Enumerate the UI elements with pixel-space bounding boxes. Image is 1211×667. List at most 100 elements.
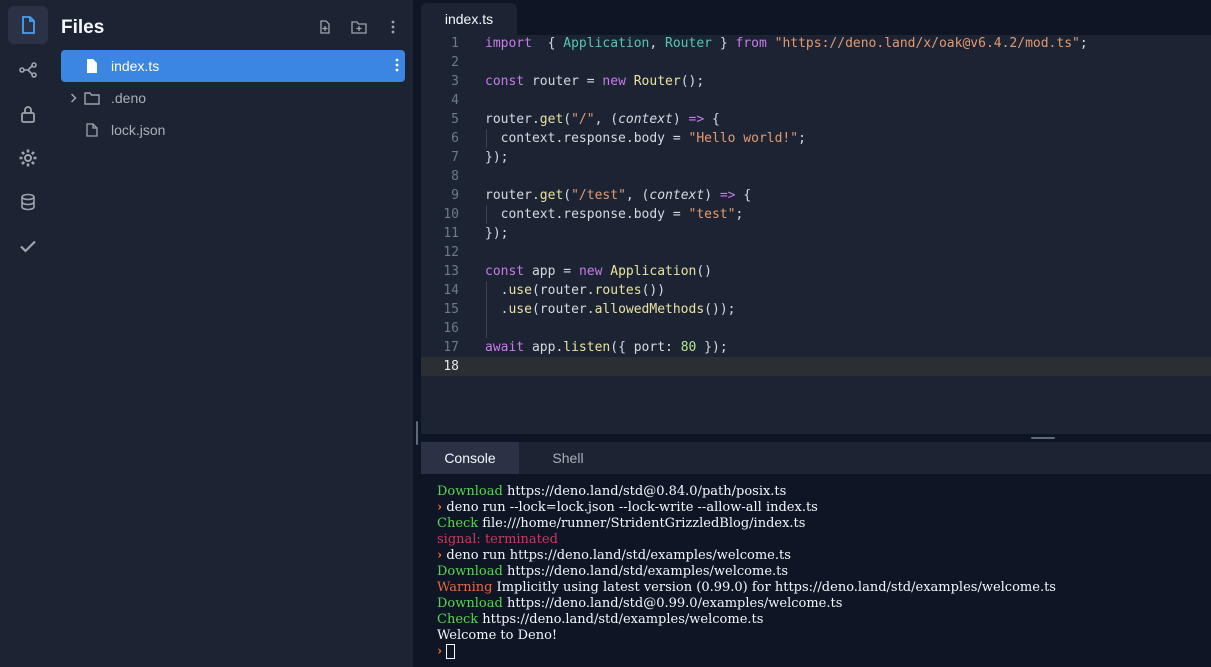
code-line[interactable]: 5 router.get("/", (context) => {	[421, 110, 1211, 129]
files-pane: Files index.ts .deno lock.json	[55, 0, 413, 667]
add-file-icon	[320, 20, 330, 34]
version-control-rail-button[interactable]	[8, 51, 48, 89]
code-token: (router.	[531, 283, 595, 298]
console-line: Download https://deno.land/std@0.99.0/ex…	[421, 596, 1211, 612]
code-token: ;	[1079, 36, 1088, 51]
file-icon	[83, 57, 101, 75]
pane-resize-handle[interactable]	[416, 421, 418, 445]
code-line[interactable]: 10 context.response.body = "test";	[421, 205, 1211, 224]
code-token: listen	[563, 340, 611, 355]
code-token: await	[485, 340, 525, 355]
code-token: }	[712, 36, 736, 51]
code-line[interactable]: 7});	[421, 148, 1211, 167]
console-prompt-line[interactable]: ›	[421, 644, 1211, 660]
prompt-icon: ›	[437, 644, 443, 659]
code-line[interactable]: 2	[421, 53, 1211, 72]
more-vertical-icon	[395, 58, 399, 72]
code-token: .	[485, 302, 509, 317]
line-number: 1	[451, 36, 459, 51]
database-icon	[21, 193, 35, 211]
console-tabbar: Console Shell	[421, 442, 1211, 474]
files-actions	[315, 17, 403, 37]
new-folder-button[interactable]	[349, 17, 369, 37]
code-line[interactable]: 9 router.get("/test", (context) => {	[421, 186, 1211, 205]
gear-icon	[19, 149, 37, 167]
code-token: router.	[485, 188, 540, 203]
code-line[interactable]: 3 const router = new Router();	[421, 72, 1211, 91]
editor-console-resize-handle[interactable]	[1031, 437, 1055, 439]
console-token: Download	[437, 596, 503, 611]
code-token: Application	[610, 264, 697, 279]
line-number: 12	[443, 245, 459, 260]
code-line[interactable]: 18	[421, 357, 1211, 376]
code-line[interactable]: 4	[421, 91, 1211, 110]
code-token: ,	[649, 36, 666, 51]
code-token: context.response.body =	[485, 207, 689, 222]
code-token: ();	[680, 74, 705, 89]
lock-icon	[21, 106, 35, 123]
console-token: https://deno.land/std@0.99.0/examples/we…	[502, 596, 843, 611]
code-area[interactable]: 1 import { Application, Router } from "ht…	[421, 34, 1211, 376]
code-token: context	[618, 112, 673, 127]
indent-guide	[486, 319, 487, 338]
code-line[interactable]: 14 .use(router.routes())	[421, 281, 1211, 300]
secrets-rail-button[interactable]	[8, 95, 48, 133]
code-line[interactable]: 1 import { Application, Router } from "ht…	[421, 34, 1211, 53]
code-token: app =	[524, 264, 579, 279]
console-line: Check https://deno.land/std/examples/wel…	[421, 612, 1211, 628]
code-token: use	[508, 283, 532, 298]
code-token: ())	[641, 283, 666, 298]
code-line[interactable]: 17 await app.listen({ port: 80 });	[421, 338, 1211, 357]
tab-console[interactable]: Console	[421, 442, 519, 474]
file-item-menu-button[interactable]	[395, 58, 399, 75]
code-text: router.get("/test", (context) => {	[485, 186, 751, 205]
code-token: app.	[524, 340, 564, 355]
console-line: signal: terminated	[421, 532, 1211, 548]
code-token: Router	[665, 36, 712, 51]
code-token: (	[563, 188, 572, 203]
file-item-label: index.ts	[111, 58, 160, 74]
line-number: 7	[451, 150, 459, 165]
terminal-cursor[interactable]	[446, 644, 456, 659]
file-item-lock-json[interactable]: lock.json	[61, 114, 405, 146]
code-token: {	[704, 112, 720, 127]
files-menu-button[interactable]	[383, 17, 403, 37]
console-token: https://deno.land/std@0.84.0/path/posix.…	[502, 484, 787, 499]
code-token: Router	[633, 74, 681, 89]
code-text: .use(router.routes())	[485, 281, 665, 300]
files-rail-button[interactable]	[8, 6, 48, 44]
code-text: import { Application, Router } from "htt…	[485, 34, 1088, 53]
code-text: const app = new Application()	[485, 262, 712, 281]
folder-item-deno[interactable]: .deno	[61, 82, 405, 114]
code-line[interactable]: 13 const app = new Application()	[421, 262, 1211, 281]
code-token: , (	[594, 112, 619, 127]
editor-console-divider[interactable]	[421, 434, 1211, 442]
chevron-right-icon[interactable]	[65, 93, 81, 103]
console-output[interactable]: Download https://deno.land/std@0.84.0/pa…	[421, 474, 1211, 667]
code-line[interactable]: 6 context.response.body = "Hello world!"…	[421, 129, 1211, 148]
code-token: ({ port:	[610, 340, 681, 355]
code-line[interactable]: 8	[421, 167, 1211, 186]
tab-index-ts[interactable]: index.ts	[421, 3, 517, 35]
line-number: 13	[443, 264, 459, 279]
console-token: https://deno.land/std/examples/welcome.t…	[478, 612, 764, 627]
code-line[interactable]: 15 .use(router.allowedMethods());	[421, 300, 1211, 319]
activity-rail	[0, 0, 55, 667]
line-number: 16	[443, 321, 459, 336]
code-line[interactable]: 16	[421, 319, 1211, 338]
console-line: Check file:///home/runner/StridentGrizzl…	[421, 516, 1211, 532]
code-line[interactable]: 11});	[421, 224, 1211, 243]
code-line[interactable]: 12	[421, 243, 1211, 262]
new-file-button[interactable]	[315, 17, 335, 37]
database-rail-button[interactable]	[8, 183, 48, 221]
code-text: router.get("/", (context) => {	[485, 110, 720, 129]
code-token: "Hello world!"	[688, 131, 799, 146]
pane-divider[interactable]	[413, 0, 421, 667]
settings-rail-button[interactable]	[8, 139, 48, 177]
code-token: allowedMethods	[594, 302, 705, 317]
code-token: ());	[704, 302, 736, 317]
tab-shell[interactable]: Shell	[519, 442, 617, 474]
file-item-index-ts[interactable]: index.ts	[61, 50, 405, 82]
line-number: 10	[443, 207, 459, 222]
unit-tests-rail-button[interactable]	[8, 227, 48, 265]
